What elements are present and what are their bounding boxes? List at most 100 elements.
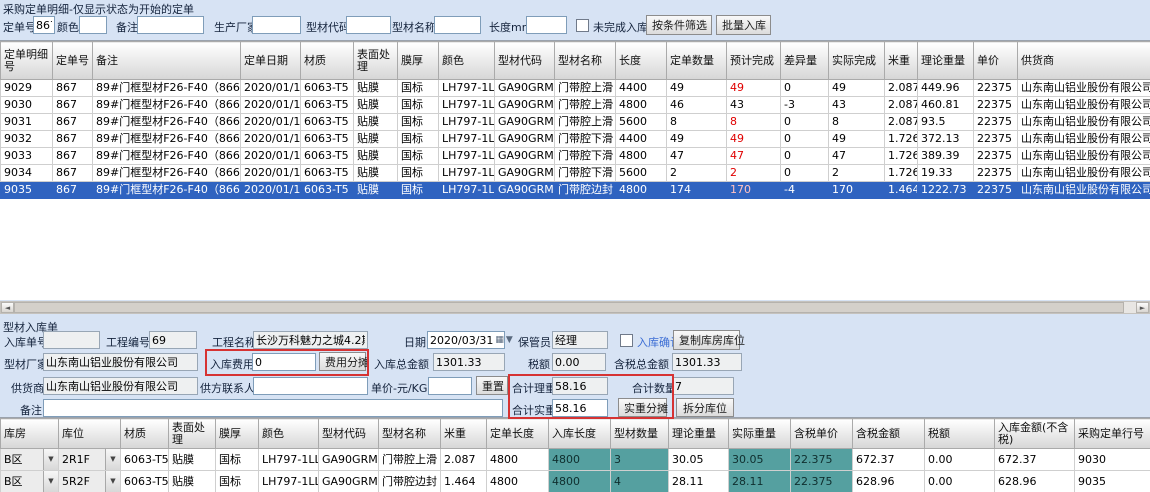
split-location-button[interactable]: 拆分库位 [676, 398, 734, 417]
table-cell[interactable]: 国标 [216, 471, 259, 492]
table-cell[interactable]: 43 [727, 97, 781, 114]
table-cell[interactable]: 6063-T5 [301, 165, 354, 182]
column-header[interactable]: 实际重量 [729, 419, 791, 449]
table-cell[interactable]: 22.375 [791, 449, 853, 471]
table-cell[interactable]: 47 [667, 148, 727, 165]
table-cell[interactable]: 49 [727, 131, 781, 148]
horizontal-scrollbar[interactable]: ◄ ► [0, 301, 1150, 314]
copy-warehouse-location-button[interactable]: 复制库房库位 [673, 330, 740, 350]
table-cell[interactable]: 4800 [549, 471, 611, 492]
table-cell[interactable]: 4800 [616, 148, 667, 165]
table-cell[interactable]: 贴膜 [169, 449, 216, 471]
table-cell[interactable]: 389.39 [918, 148, 974, 165]
supplier-contact-input[interactable] [253, 377, 368, 395]
table-cell[interactable]: 1.464 [441, 471, 487, 492]
table-row[interactable]: 902986789#门框型材F26-F40（866+867）2020/01/13… [1, 80, 1150, 97]
table-row[interactable]: 903086789#门框型材F26-F40（866+867）2020/01/13… [1, 97, 1150, 114]
table-cell[interactable]: 22375 [974, 97, 1018, 114]
table-cell[interactable]: 贴膜 [354, 182, 398, 199]
table-cell[interactable]: 867 [53, 80, 93, 97]
table-cell[interactable]: 门带腔下滑 [555, 165, 616, 182]
table-cell[interactable]: 22375 [974, 165, 1018, 182]
column-header[interactable]: 税额 [925, 419, 995, 449]
scroll-right-arrow-icon[interactable]: ► [1136, 302, 1149, 313]
table-cell[interactable]: 4400 [616, 80, 667, 97]
column-header[interactable]: 理论重量 [669, 419, 729, 449]
table-cell[interactable]: 2020/01/13 [241, 165, 301, 182]
column-header[interactable]: 材质 [301, 42, 354, 80]
table-cell[interactable]: 门带腔下滑 [555, 148, 616, 165]
table-cell[interactable]: 9034 [1, 165, 53, 182]
table-cell[interactable]: 89#门框型材F26-F40（866+867） [93, 80, 241, 97]
table-cell[interactable]: 贴膜 [354, 131, 398, 148]
project-no-field[interactable] [149, 331, 197, 349]
table-cell[interactable]: 89#门框型材F26-F40（866+867） [93, 114, 241, 131]
table-cell[interactable]: 867 [53, 114, 93, 131]
table-cell[interactable]: LH797-1LL0 [259, 471, 319, 492]
table-cell[interactable]: 国标 [216, 449, 259, 471]
table-cell[interactable]: 49 [829, 131, 885, 148]
table-cell[interactable]: 30.05 [669, 449, 729, 471]
column-header[interactable]: 表面处理 [169, 419, 216, 449]
table-cell[interactable]: GA90GRM03 [495, 80, 555, 97]
table-cell[interactable]: 9033 [1, 148, 53, 165]
table-cell[interactable]: 49 [667, 131, 727, 148]
table-cell[interactable]: 2R1F▼ [59, 449, 121, 471]
table-cell[interactable]: 5R2F▼ [59, 471, 121, 492]
column-header[interactable]: 型材名称 [379, 419, 441, 449]
table-cell[interactable]: 49 [667, 80, 727, 97]
table-cell[interactable]: 30.05 [729, 449, 791, 471]
table-cell[interactable]: 2020/01/13 [241, 182, 301, 199]
table-cell[interactable]: 170 [727, 182, 781, 199]
table-cell[interactable]: 国标 [398, 165, 439, 182]
table-cell[interactable]: 门带腔边封 [379, 471, 441, 492]
table-cell[interactable]: 6063-T5 [301, 148, 354, 165]
table-cell[interactable]: B区▼ [1, 471, 59, 492]
table-cell[interactable]: 867 [53, 97, 93, 114]
column-header[interactable]: 入库金额(不含税) [995, 419, 1075, 449]
table-row[interactable]: 903386789#门框型材F26-F40（866+867）2020/01/13… [1, 148, 1150, 165]
column-header[interactable]: 差异量 [781, 42, 829, 80]
table-cell[interactable]: 贴膜 [169, 471, 216, 492]
column-header[interactable]: 单价 [974, 42, 1018, 80]
table-cell[interactable]: 28.11 [729, 471, 791, 492]
table-cell[interactable]: 4800 [487, 471, 549, 492]
table-cell[interactable]: 0 [781, 114, 829, 131]
scroll-left-arrow-icon[interactable]: ◄ [1, 302, 14, 313]
table-cell[interactable]: 4800 [616, 182, 667, 199]
table-cell[interactable]: 8 [727, 114, 781, 131]
table-cell[interactable]: 4800 [616, 97, 667, 114]
stock-in-confirm-checkbox[interactable] [620, 334, 633, 347]
unit-price-input[interactable] [428, 377, 472, 395]
column-header[interactable]: 供货商 [1018, 42, 1150, 80]
tax-field[interactable] [552, 353, 606, 371]
table-cell[interactable]: 89#门框型材F26-F40（866+867） [93, 131, 241, 148]
column-header[interactable]: 库位 [59, 419, 121, 449]
table-cell[interactable]: 43 [829, 97, 885, 114]
profile-code-filter-input[interactable] [346, 16, 391, 34]
scrollbar-thumb[interactable] [14, 302, 1124, 313]
table-cell[interactable]: 372.13 [918, 131, 974, 148]
table-cell[interactable]: 628.96 [995, 471, 1075, 492]
column-header[interactable]: 定单明细号 [1, 42, 53, 80]
table-cell[interactable]: 2020/01/13 [241, 131, 301, 148]
table-cell[interactable]: 89#门框型材F26-F40（866+867） [93, 165, 241, 182]
table-cell[interactable]: 1.726 [885, 148, 918, 165]
stock-in-fee-input[interactable] [252, 353, 316, 371]
note-input[interactable] [43, 399, 503, 417]
table-cell[interactable]: 4400 [616, 131, 667, 148]
table-cell[interactable]: 0 [781, 131, 829, 148]
table-cell[interactable]: 5600 [616, 165, 667, 182]
table-cell[interactable]: B区▼ [1, 449, 59, 471]
table-cell[interactable]: 0 [781, 165, 829, 182]
table-cell[interactable]: 贴膜 [354, 97, 398, 114]
column-header[interactable]: 型材代码 [495, 42, 555, 80]
table-row[interactable]: 903286789#门框型材F26-F40（866+867）2020/01/13… [1, 131, 1150, 148]
reset-button[interactable]: 重置 [476, 376, 508, 395]
table-cell[interactable]: 贴膜 [354, 114, 398, 131]
table-cell[interactable]: 贴膜 [354, 148, 398, 165]
project-name-field[interactable] [253, 331, 368, 349]
table-cell[interactable]: 6063-T5 [301, 80, 354, 97]
keeper-field[interactable] [552, 331, 608, 349]
table-cell[interactable]: 2020/01/13 [241, 114, 301, 131]
